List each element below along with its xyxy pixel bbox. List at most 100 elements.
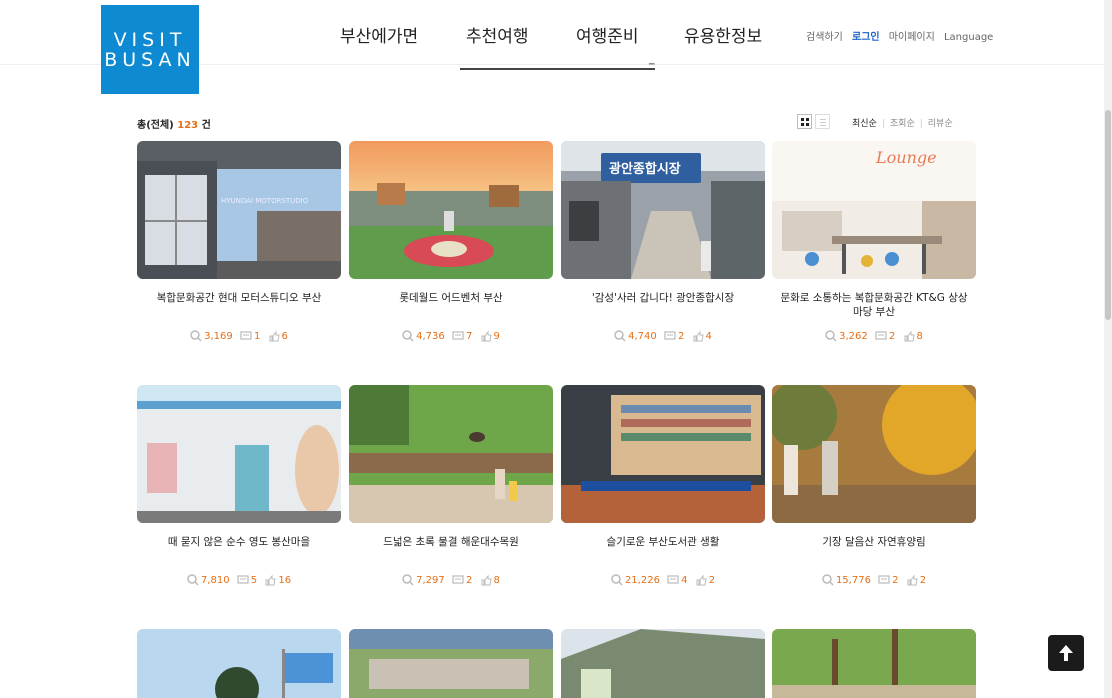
card-title[interactable]: '감성'사러 갑니다! 광안종합시장 [561,291,765,305]
nav-item-useful-info[interactable]: 유용한정보 [684,22,762,47]
comment-icon [875,331,887,340]
card-thumbnail[interactable] [561,629,765,698]
search-bar-edge: ━ [649,60,655,70]
card-title[interactable]: 슬기로운 부산도서관 생활 [561,535,765,549]
page-scrollbar[interactable] [1104,0,1112,698]
card-stats: 7,297 2 8 [349,574,553,589]
card-thumbnail[interactable] [561,385,765,523]
comment-count: 1 [253,330,261,342]
content-card[interactable]: 드넓은 초록 물결 해운대수목원 [349,385,553,549]
scrollbar-thumb[interactable] [1105,110,1111,320]
card4-photo-sign: Lounge [875,148,937,167]
card-stats: 15,776 2 2 [772,574,976,589]
view-count: 15,776 [835,574,871,586]
comment-icon [452,575,464,584]
sort-latest[interactable]: 최신순 [852,119,877,129]
thumbs-up-icon [481,330,492,342]
card-thumbnail[interactable] [772,385,976,523]
comment-icon [240,331,252,340]
comment-icon [237,575,249,584]
nav-item-recommended-travel[interactable]: 추천여행 [466,22,529,47]
view-count: 21,226 [624,574,660,586]
content-card[interactable] [137,629,341,698]
content-card[interactable] [561,629,765,698]
content-card[interactable] [349,629,553,698]
utility-menu: 검색하기 로그인 마이페이지 Language [806,28,999,43]
magnifier-icon [614,330,626,342]
card-stats: 3,262 2 8 [772,330,976,345]
view-count: 4,740 [628,330,657,342]
logo-line-2: BUSAN [104,48,196,71]
grid-view-icon[interactable] [797,114,812,129]
card-title[interactable]: 기장 달음산 자연휴양림 [772,535,976,549]
list-view-icon[interactable] [815,114,830,129]
search-link[interactable]: 검색하기 [806,32,843,43]
card-stats: 4,740 2 4 [561,330,765,345]
magnifier-icon [402,330,414,342]
card-title[interactable]: 복합문화공간 현대 모터스튜디오 부산 [137,291,341,305]
content-card[interactable] [772,629,976,698]
card3-photo-sign: 광안종합시장 [609,161,681,177]
total-suffix: 건 [198,120,211,131]
search-bar-underline[interactable] [460,68,655,70]
like-count: 2 [708,574,716,586]
magnifier-icon [611,574,623,586]
thumbs-up-icon [269,330,280,342]
visit-busan-logo[interactable]: VISIT BUSAN [101,5,199,94]
thumbs-up-icon [481,574,492,586]
card-title[interactable]: 문화로 소통하는 복합문화공간 KT&G 상상마당 부산 [772,291,976,319]
thumbs-up-icon [693,330,704,342]
card-thumbnail[interactable] [349,141,553,279]
like-count: 8 [916,330,923,342]
card-thumbnail[interactable] [772,629,976,698]
nav-item-travel-prep[interactable]: 여행준비 [576,22,639,47]
comment-icon [452,331,464,340]
comment-count: 2 [892,574,899,586]
content-card[interactable]: HYUNDAI MOTORSTUDIO 복합문화공간 현대 모터스튜디오 부산 [137,141,341,305]
like-count: 4 [705,330,712,342]
thumbs-up-icon [907,574,918,586]
card-thumbnail[interactable] [137,629,341,698]
thumbs-up-icon [904,330,915,342]
card-thumbnail[interactable] [349,385,553,523]
view-count: 7,810 [200,574,230,586]
magnifier-icon [187,574,199,586]
comment-count: 4 [681,574,688,586]
card-title[interactable]: 드넓은 초록 물결 해운대수목원 [349,535,553,549]
login-link[interactable]: 로그인 [852,32,880,43]
magnifier-icon [825,330,837,342]
view-count: 3,169 [204,330,233,342]
back-to-top-button[interactable] [1048,635,1084,671]
like-count: 9 [493,330,500,342]
view-count: 4,736 [416,330,445,342]
content-card[interactable]: 광안종합시장 '감성'사러 갑니다! 광안종합시장 [561,141,765,305]
view-count: 7,297 [416,574,445,586]
content-card[interactable]: 기장 달음산 자연휴양림 [772,385,976,549]
mypage-link[interactable]: 마이페이지 [889,32,935,43]
comment-icon [667,575,679,584]
card-thumbnail[interactable] [349,629,553,698]
card-thumbnail[interactable]: Lounge [772,141,976,279]
language-link[interactable]: Language [944,32,993,43]
like-count: 2 [919,574,927,586]
card-title[interactable]: 때 묻지 않은 순수 영도 봉산마을 [137,535,341,549]
card-thumbnail[interactable]: 광안종합시장 [561,141,765,279]
card-title[interactable]: 롯데월드 어드벤처 부산 [349,291,553,305]
comment-count: 2 [677,330,685,342]
like-count: 16 [278,574,292,586]
logo-line-1: VISIT [113,28,187,51]
sort-reviews[interactable]: 리뷰순 [928,119,953,129]
content-card[interactable]: 롯데월드 어드벤처 부산 [349,141,553,305]
nav-item-busan[interactable]: 부산에가면 [340,22,418,47]
card-stats: 4,736 7 9 [349,330,553,345]
content-card[interactable]: 때 묻지 않은 순수 영도 봉산마을 [137,385,341,549]
sort-options: 최신순 | 조회순 | 리뷰순 [852,119,953,129]
card-thumbnail[interactable] [137,385,341,523]
magnifier-icon [190,330,202,342]
card-stats: 21,226 4 2 [561,574,765,589]
content-card[interactable]: 슬기로운 부산도서관 생활 [561,385,765,549]
sort-views[interactable]: 조회순 [890,119,915,129]
card-thumbnail[interactable]: HYUNDAI MOTORSTUDIO [137,141,341,279]
card-stats: 3,169 1 6 [137,330,341,345]
content-card[interactable]: Lounge 문화로 소통하는 복합문화공간 KT&G 상상마당 부산 [772,141,976,319]
